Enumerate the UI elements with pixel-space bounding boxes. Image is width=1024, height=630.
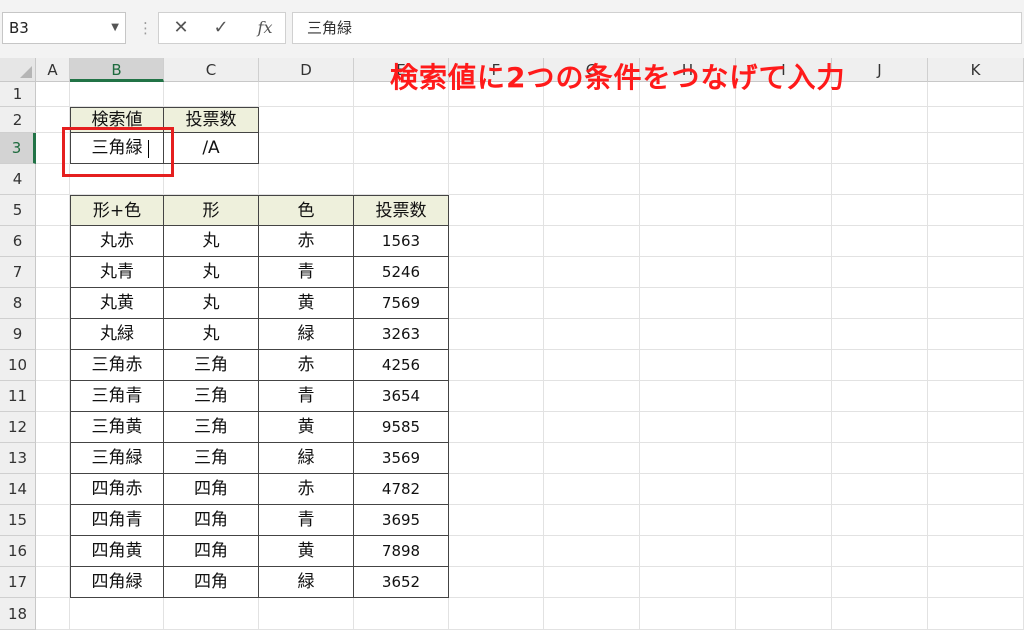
row-header-3[interactable]: 3 <box>0 133 36 164</box>
table-header-cell[interactable]: 形+色 <box>70 195 164 226</box>
row-header-6[interactable]: 6 <box>0 226 36 257</box>
row-header-5[interactable]: 5 <box>0 195 36 226</box>
table-header-cell[interactable]: 色 <box>259 195 354 226</box>
table-text-cell[interactable]: 青 <box>259 257 354 288</box>
table-text-cell[interactable]: 三角緑 <box>70 443 164 474</box>
table-text-cell[interactable]: 三角 <box>164 443 259 474</box>
table-number-cell[interactable]: 7898 <box>354 536 449 567</box>
row-header-16[interactable]: 16 <box>0 536 36 567</box>
gridline-vertical <box>831 82 832 630</box>
table-text-cell[interactable]: 丸 <box>164 288 259 319</box>
table-text-cell[interactable]: 丸青 <box>70 257 164 288</box>
select-all-button[interactable] <box>0 58 36 82</box>
row-header-15[interactable]: 15 <box>0 505 36 536</box>
table-number-cell[interactable]: 3263 <box>354 319 449 350</box>
table-text-cell[interactable]: 三角赤 <box>70 350 164 381</box>
column-header-c[interactable]: C <box>164 58 259 82</box>
table-text-cell[interactable]: 三角 <box>164 412 259 443</box>
column-header-d[interactable]: D <box>259 58 354 82</box>
gridline-vertical <box>543 82 544 630</box>
formula-input[interactable]: 三角緑 <box>292 12 1022 44</box>
row-header-18[interactable]: 18 <box>0 598 36 630</box>
table-text-cell[interactable]: 四角青 <box>70 505 164 536</box>
table-text-cell[interactable]: 緑 <box>259 567 354 598</box>
annotation-text: 検索値に2つの条件をつなげて入力 <box>390 61 846 94</box>
text-cursor <box>148 140 149 158</box>
table-number-cell[interactable]: 3569 <box>354 443 449 474</box>
chevron-down-icon[interactable]: ▼ <box>111 13 119 43</box>
table-text-cell[interactable]: 赤 <box>259 350 354 381</box>
table-text-cell[interactable]: 黄 <box>259 288 354 319</box>
row-header-4[interactable]: 4 <box>0 164 36 195</box>
table-number-cell[interactable]: 3654 <box>354 381 449 412</box>
table-text-cell[interactable]: 四角 <box>164 536 259 567</box>
table-number-cell[interactable]: 3652 <box>354 567 449 598</box>
table-text-cell[interactable]: 緑 <box>259 443 354 474</box>
table-text-cell[interactable]: 丸赤 <box>70 226 164 257</box>
table-text-cell[interactable]: 三角 <box>164 381 259 412</box>
row-header-14[interactable]: 14 <box>0 474 36 505</box>
table-text-cell[interactable]: 黄 <box>259 412 354 443</box>
row-header-11[interactable]: 11 <box>0 381 36 412</box>
table-text-cell[interactable]: 丸黄 <box>70 288 164 319</box>
row-header-13[interactable]: 13 <box>0 443 36 474</box>
name-box-value: B3 <box>9 19 29 37</box>
table-header-cell[interactable]: 形 <box>164 195 259 226</box>
table-number-cell[interactable]: 9585 <box>354 412 449 443</box>
table-text-cell[interactable]: 赤 <box>259 226 354 257</box>
table-number-cell[interactable]: 4256 <box>354 350 449 381</box>
row-header-17[interactable]: 17 <box>0 567 36 598</box>
table-text-cell[interactable]: 青 <box>259 381 354 412</box>
table-number-cell[interactable]: 7569 <box>354 288 449 319</box>
row-header-12[interactable]: 12 <box>0 412 36 443</box>
row-header-9[interactable]: 9 <box>0 319 36 350</box>
formula-buttons: ✕ ✓ fx <box>158 12 286 44</box>
table-number-cell[interactable]: 3695 <box>354 505 449 536</box>
name-box[interactable]: B3 ▼ <box>2 12 126 44</box>
gridline-vertical <box>639 82 640 630</box>
table-text-cell[interactable]: 三角黄 <box>70 412 164 443</box>
row-header-10[interactable]: 10 <box>0 350 36 381</box>
table-text-cell[interactable]: 三角 <box>164 350 259 381</box>
selection-highlight <box>62 127 174 177</box>
row-header-8[interactable]: 8 <box>0 288 36 319</box>
worksheet-grid[interactable]: A B C D E F G H I J K 1 2 3 4 5 6 7 8 9 10 11 12 13 14 15 16 17 18 検索… <box>0 58 1024 630</box>
table-text-cell[interactable]: 青 <box>259 505 354 536</box>
table-text-cell[interactable]: 緑 <box>259 319 354 350</box>
enter-icon[interactable]: ✓ <box>203 13 239 43</box>
insert-function-button[interactable]: fx <box>247 13 283 43</box>
table-number-cell[interactable]: 4782 <box>354 474 449 505</box>
table-number-cell[interactable]: 5246 <box>354 257 449 288</box>
table-text-cell[interactable]: 黄 <box>259 536 354 567</box>
table-text-cell[interactable]: 丸緑 <box>70 319 164 350</box>
lookup-result-cell[interactable]: /A <box>164 133 259 164</box>
table-text-cell[interactable]: 丸 <box>164 319 259 350</box>
table-header-cell[interactable]: 投票数 <box>354 195 449 226</box>
table-text-cell[interactable]: 四角 <box>164 474 259 505</box>
column-header-a[interactable]: A <box>36 58 70 82</box>
cancel-icon[interactable]: ✕ <box>163 13 199 43</box>
table-number-cell[interactable]: 1563 <box>354 226 449 257</box>
lookup-header-cell[interactable]: 投票数 <box>164 107 259 133</box>
formula-bar: B3 ▼ ⋮ ✕ ✓ fx 三角緑 <box>0 0 1024 59</box>
row-header-2[interactable]: 2 <box>0 107 36 133</box>
table-text-cell[interactable]: 四角黄 <box>70 536 164 567</box>
gridline-vertical <box>735 82 736 630</box>
table-text-cell[interactable]: 四角赤 <box>70 474 164 505</box>
table-text-cell[interactable]: 四角 <box>164 505 259 536</box>
more-options-icon[interactable]: ⋮ <box>138 16 153 40</box>
table-text-cell[interactable]: 赤 <box>259 474 354 505</box>
row-header-7[interactable]: 7 <box>0 257 36 288</box>
table-text-cell[interactable]: 丸 <box>164 257 259 288</box>
table-text-cell[interactable]: 三角青 <box>70 381 164 412</box>
table-text-cell[interactable]: 四角 <box>164 567 259 598</box>
table-text-cell[interactable]: 四角緑 <box>70 567 164 598</box>
table-text-cell[interactable]: 丸 <box>164 226 259 257</box>
row-header-1[interactable]: 1 <box>0 82 36 107</box>
column-header-b[interactable]: B <box>70 58 164 82</box>
gridline-vertical <box>927 82 928 630</box>
